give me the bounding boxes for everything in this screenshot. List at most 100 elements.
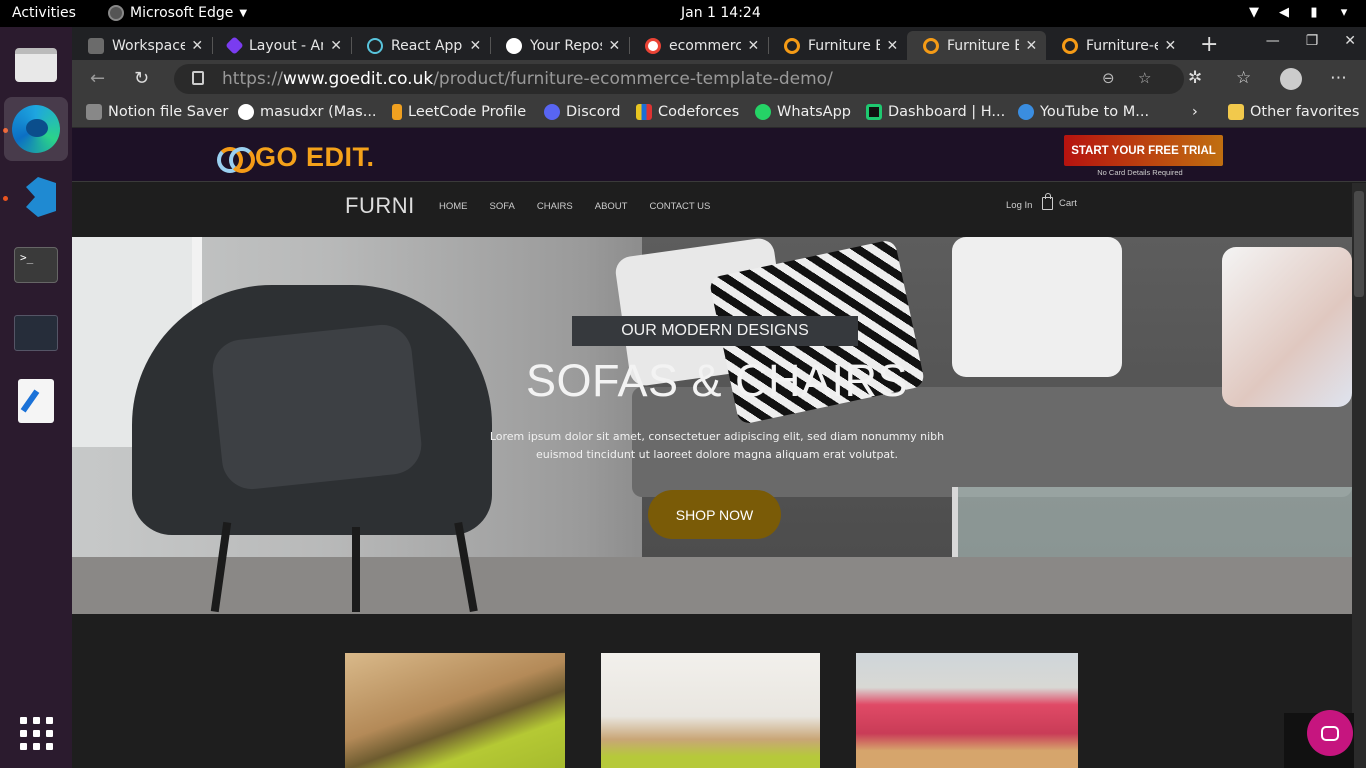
tab-0[interactable]: Workspace ✕ [72, 31, 213, 60]
chevron-right-icon[interactable]: › [1192, 104, 1198, 120]
hero-body: Lorem ipsum dolor sit amet, consectetuer… [489, 430, 945, 461]
scrollbar-thumb[interactable] [1354, 191, 1364, 297]
menu-contact[interactable]: CONTACT US [649, 201, 710, 212]
trial-note: No Card Details Required [1097, 168, 1183, 177]
refresh-icon[interactable]: ↻ [134, 68, 149, 89]
login-link[interactable]: Log In [1006, 200, 1032, 211]
tab-6-active[interactable]: Furniture E ✕ [907, 31, 1046, 60]
dock-files[interactable] [4, 33, 68, 97]
tab-2[interactable]: React App ✕ [351, 31, 491, 60]
bookmark-leetcode[interactable]: LeetCode Profile [392, 104, 526, 120]
menu-sofa[interactable]: SOFA [490, 201, 515, 212]
menu-home[interactable]: HOME [439, 201, 468, 212]
chat-widget-button[interactable] [1307, 710, 1353, 756]
new-tab-button[interactable]: + [1200, 32, 1218, 57]
dock-text-editor[interactable] [4, 369, 68, 433]
back-icon[interactable]: ← [90, 68, 105, 89]
close-tab-icon[interactable]: ✕ [747, 38, 760, 54]
main-menu: HOME SOFA CHAIRS ABOUT CONTACT US [439, 201, 732, 212]
add-favorite-icon[interactable]: ☆ [1138, 69, 1151, 87]
bookmark-discord[interactable]: Discord [544, 104, 621, 120]
close-tab-icon[interactable]: ✕ [191, 38, 204, 54]
wifi-icon[interactable]: ▼ [1246, 5, 1262, 20]
hero-image-floor [72, 557, 1352, 614]
bookmark-dashboard[interactable]: Dashboard | H... [866, 104, 1005, 120]
close-tab-icon[interactable]: ✕ [1164, 38, 1177, 54]
power-menu-icon[interactable]: ▾ [1336, 5, 1352, 20]
chevron-down-icon: ▼ [239, 7, 248, 19]
tab-4[interactable]: ecommerce ✕ [629, 31, 769, 60]
tab-5[interactable]: Furniture E ✕ [768, 31, 907, 60]
more-menu-icon[interactable]: ⋯ [1330, 68, 1347, 88]
menu-about[interactable]: ABOUT [595, 201, 628, 212]
profile-avatar[interactable] [1280, 68, 1302, 90]
close-tab-icon[interactable]: ✕ [329, 38, 343, 54]
tab-label: React App [391, 37, 463, 54]
tab-1[interactable]: Layout - An ✕ [212, 31, 352, 60]
category-card-image[interactable] [856, 653, 1078, 768]
toolbar: ← ↻ https://www.goedit.co.uk/product/fur… [72, 60, 1366, 98]
address-bar[interactable]: https://www.goedit.co.uk/product/furnitu… [174, 64, 1184, 94]
close-window-icon[interactable]: ✕ [1344, 33, 1356, 49]
maximize-icon[interactable]: ❐ [1306, 33, 1319, 49]
close-tab-icon[interactable]: ✕ [469, 38, 482, 54]
dock-edge[interactable] [4, 97, 68, 161]
site-brand[interactable]: FURNI [345, 193, 415, 219]
close-tab-icon[interactable]: ✕ [1025, 38, 1038, 54]
dock: >_ [0, 27, 72, 768]
goedit-logo[interactable]: GO EDIT. [217, 142, 375, 173]
cart-label: Cart [1059, 198, 1077, 209]
activities-button[interactable]: Activities [12, 5, 76, 21]
other-favorites[interactable]: Other favorites [1228, 104, 1359, 120]
lock-icon[interactable] [192, 71, 204, 85]
logo-text: GO EDIT. [255, 142, 375, 172]
tab-label: Furniture-e [1086, 37, 1158, 54]
favorites-icon[interactable]: ☆ [1236, 68, 1251, 88]
tab-7[interactable]: Furniture-e ✕ [1046, 31, 1185, 60]
goedit-icon [1062, 37, 1078, 54]
volume-icon[interactable]: ◀ [1276, 5, 1292, 20]
cart-link[interactable]: Cart [1042, 193, 1077, 210]
show-applications-button[interactable] [4, 701, 68, 765]
clock[interactable]: Jan 1 14:24 [681, 5, 761, 21]
shop-now-button[interactable]: SHOP NOW [648, 490, 781, 539]
dock-system-monitor[interactable] [4, 301, 68, 365]
figma-layout-icon [225, 36, 244, 55]
terminal-icon: >_ [14, 247, 58, 283]
dock-vscode[interactable] [4, 165, 68, 229]
tab-label: Layout - An [249, 37, 324, 54]
goedit-icon [784, 37, 800, 54]
bookmark-youtube-to-mp3[interactable]: YouTube to M... [1018, 104, 1149, 120]
minimize-icon[interactable]: — [1266, 33, 1280, 49]
web-page: GO EDIT. START YOUR FREE TRIAL No Card D… [72, 128, 1366, 768]
goedit-banner: GO EDIT. START YOUR FREE TRIAL No Card D… [72, 128, 1366, 182]
leetcode-icon [392, 104, 402, 120]
app-menu[interactable]: Microsoft Edge ▼ [108, 5, 247, 21]
zoom-icon[interactable]: ⊖ [1102, 69, 1115, 87]
free-trial-button[interactable]: START YOUR FREE TRIAL [1064, 135, 1223, 166]
dock-terminal[interactable]: >_ [4, 233, 68, 297]
category-card-image[interactable] [601, 653, 820, 768]
extensions-icon[interactable]: ✲ [1188, 68, 1202, 88]
system-tray[interactable]: ▼ ◀ ▮ ▾ [1246, 5, 1352, 20]
hero-headline: SOFAS & CHAIRS [525, 355, 909, 406]
bookmark-notion[interactable]: Notion file Saver [86, 104, 228, 120]
goedit-icon [923, 37, 939, 54]
discord-icon [544, 104, 560, 120]
bookmark-whatsapp[interactable]: WhatsApp [755, 104, 851, 120]
tab-3[interactable]: Your Repos ✕ [490, 31, 630, 60]
menu-chairs[interactable]: CHAIRS [537, 201, 573, 212]
tab-label: Your Repos [530, 37, 602, 54]
category-card-image[interactable] [345, 653, 565, 768]
bookmark-codeforces[interactable]: Codeforces [636, 104, 739, 120]
shopping-bag-icon [1042, 193, 1053, 210]
codeforces-icon [636, 104, 652, 120]
system-monitor-icon [14, 315, 58, 351]
battery-icon[interactable]: ▮ [1306, 5, 1322, 20]
bookmarks-bar: Notion file Saver masudxr (Mas... LeetCo… [72, 98, 1366, 128]
bookmark-github[interactable]: masudxr (Mas... [238, 104, 377, 120]
url-text[interactable]: https://www.goedit.co.uk/product/furnitu… [222, 69, 833, 89]
close-tab-icon[interactable]: ✕ [608, 38, 621, 54]
files-icon [15, 48, 57, 82]
close-tab-icon[interactable]: ✕ [886, 38, 899, 54]
